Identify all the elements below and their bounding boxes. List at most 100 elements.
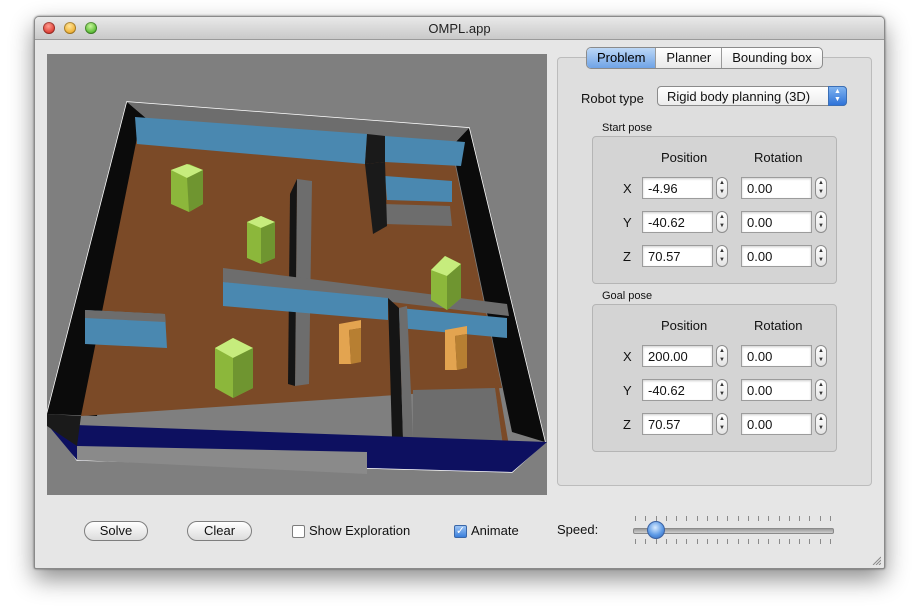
speed-tick (676, 539, 677, 544)
robot-type-value: Rigid body planning (3D) (667, 89, 811, 104)
title-bar[interactable]: OMPL.app (35, 17, 884, 40)
scene-render[interactable] (47, 54, 547, 495)
speed-tick (686, 539, 687, 544)
speed-tick (748, 539, 749, 544)
position-header: Position (661, 150, 708, 165)
speed-tick (768, 516, 769, 521)
speed-tick (717, 539, 718, 544)
speed-tick (830, 516, 831, 521)
start-pose-label: Start pose (602, 122, 653, 134)
start-x-label: X (623, 181, 632, 196)
start-y-label: Y (623, 215, 632, 230)
robot-goal (445, 326, 467, 370)
goal-x-position-stepper[interactable]: ▲ ▼ (716, 345, 728, 367)
robot-type-select[interactable]: Rigid body planning (3D) ▲ ▼ (657, 86, 847, 106)
tab-planner[interactable]: Planner (655, 48, 721, 68)
speed-tick (789, 539, 790, 544)
animate-label: Animate (471, 523, 519, 538)
window-title: OMPL.app (428, 21, 491, 36)
tab-problem[interactable]: Problem (587, 48, 656, 68)
speed-tick (717, 516, 718, 521)
speed-tick (738, 539, 739, 544)
speed-tick (666, 539, 667, 544)
goal-x-rotation-stepper[interactable]: ▲ ▼ (815, 345, 827, 367)
speed-tick (809, 516, 810, 521)
tab-bounding-box[interactable]: Bounding box (721, 48, 822, 68)
speed-tick (707, 516, 708, 521)
speed-tick (758, 516, 759, 521)
start-x-rotation-stepper[interactable]: ▲ ▼ (815, 177, 827, 199)
speed-slider-thumb[interactable] (646, 521, 665, 539)
speed-tick (697, 516, 698, 521)
robot-start (339, 320, 361, 364)
speed-tick (799, 539, 800, 544)
scene-viewport[interactable] (47, 54, 547, 495)
speed-tick (686, 516, 687, 521)
goal-z-position-field[interactable]: 70.57 (642, 413, 713, 435)
speed-tick (645, 516, 646, 521)
goal-z-label: Z (623, 417, 631, 432)
goal-x-label: X (623, 349, 632, 364)
speed-tick (820, 539, 821, 544)
speed-tick (809, 539, 810, 544)
start-pose-group: Position Rotation X -4.96 ▲ ▼ 0.00 ▲ ▼ Y -… (592, 136, 837, 284)
goal-y-position-field[interactable]: -40.62 (642, 379, 713, 401)
app-window: OMPL.app Problem Planner Bounding box Ro… (34, 16, 885, 569)
speed-tick (727, 516, 728, 521)
speed-label: Speed: (557, 522, 599, 537)
problem-panel: Robot type Rigid body planning (3D) ▲ ▼ S… (557, 57, 872, 486)
obstacle-cylinder-1 (171, 164, 203, 212)
start-y-position-field[interactable]: -40.62 (642, 211, 713, 233)
speed-tick (758, 539, 759, 544)
goal-z-position-stepper[interactable]: ▲ ▼ (716, 413, 728, 435)
speed-tick (748, 516, 749, 521)
goal-x-rotation-field[interactable]: 0.00 (741, 345, 812, 367)
goal-y-rotation-stepper[interactable]: ▲ ▼ (815, 379, 827, 401)
speed-tick (789, 516, 790, 521)
rotation-header: Rotation (754, 318, 803, 333)
goal-z-rotation-field[interactable]: 0.00 (741, 413, 812, 435)
speed-tick (697, 539, 698, 544)
tab-bar: Problem Planner Bounding box (586, 47, 823, 69)
start-y-rotation-stepper[interactable]: ▲ ▼ (815, 211, 827, 233)
speed-tick (799, 516, 800, 521)
goal-z-rotation-stepper[interactable]: ▲ ▼ (815, 413, 827, 435)
show-exploration-checkbox[interactable] (292, 525, 305, 538)
resize-grip-icon[interactable] (871, 555, 881, 565)
show-exploration-label: Show Exploration (309, 523, 411, 538)
goal-y-label: Y (623, 383, 632, 398)
speed-tick (779, 516, 780, 521)
position-header: Position (661, 318, 708, 333)
lower-bay-floor (413, 388, 503, 446)
start-x-position-stepper[interactable]: ▲ ▼ (716, 177, 728, 199)
goal-x-position-field[interactable]: 200.00 (642, 345, 713, 367)
speed-tick (666, 516, 667, 521)
goal-pose-label: Goal pose (602, 290, 653, 302)
goal-y-position-stepper[interactable]: ▲ ▼ (716, 379, 728, 401)
up-down-arrows-icon: ▲ ▼ (828, 86, 847, 106)
speed-tick (727, 539, 728, 544)
solve-button[interactable]: Solve (84, 521, 148, 541)
robot-type-label: Robot type (581, 91, 644, 106)
speed-tick (635, 516, 636, 521)
start-z-label: Z (623, 249, 631, 264)
start-y-position-stepper[interactable]: ▲ ▼ (716, 211, 728, 233)
rotation-header: Rotation (754, 150, 803, 165)
start-x-rotation-field[interactable]: 0.00 (741, 177, 812, 199)
start-x-position-field[interactable]: -4.96 (642, 177, 713, 199)
goal-pose-group: Position Rotation X 200.00 ▲ ▼ 0.00 ▲ ▼ Y … (592, 304, 837, 452)
start-z-rotation-stepper[interactable]: ▲ ▼ (815, 245, 827, 267)
speed-tick (676, 516, 677, 521)
start-y-rotation-field[interactable]: 0.00 (741, 211, 812, 233)
inner-box-floor (383, 204, 452, 226)
speed-tick (656, 539, 657, 544)
goal-y-rotation-field[interactable]: 0.00 (741, 379, 812, 401)
speed-tick (635, 539, 636, 544)
obstacle-cylinder-4 (215, 338, 253, 398)
start-z-position-field[interactable]: 70.57 (642, 245, 713, 267)
clear-button[interactable]: Clear (187, 521, 252, 541)
speed-tick (779, 539, 780, 544)
start-z-position-stepper[interactable]: ▲ ▼ (716, 245, 728, 267)
animate-checkbox[interactable]: ✓ (454, 525, 467, 538)
start-z-rotation-field[interactable]: 0.00 (741, 245, 812, 267)
